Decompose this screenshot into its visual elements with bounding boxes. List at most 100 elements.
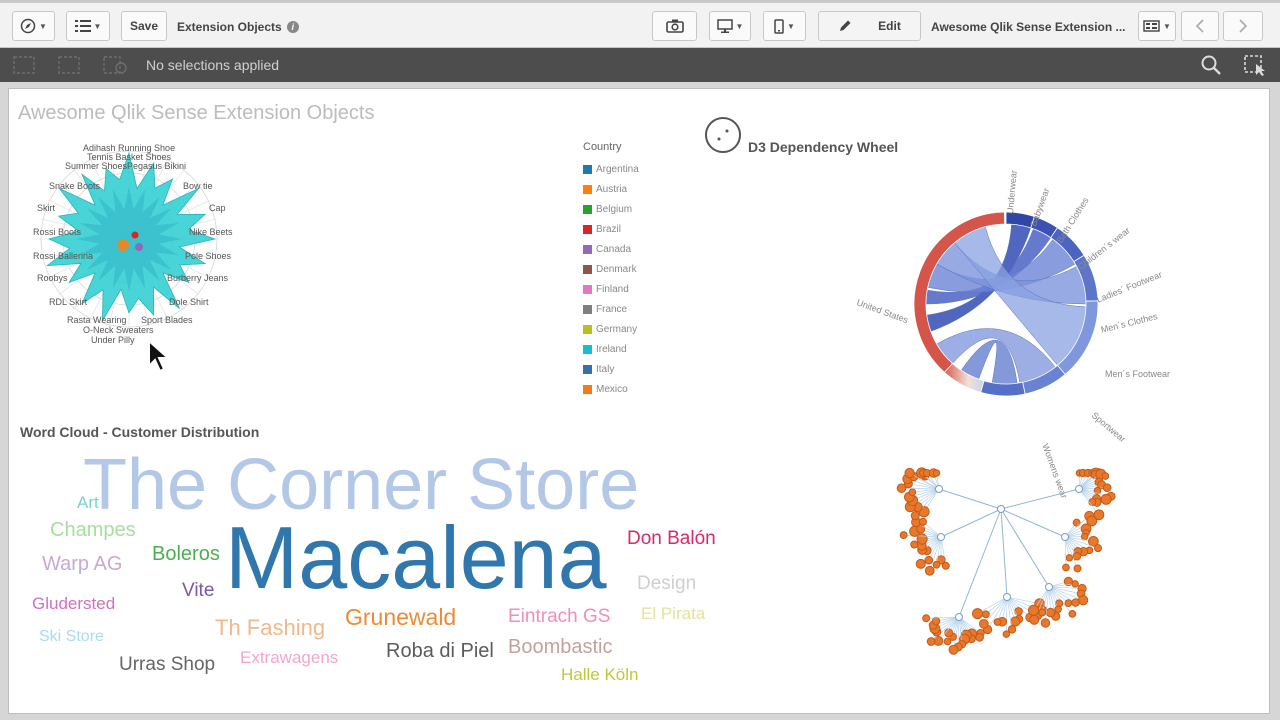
word-cloud-word[interactable]: Champes — [50, 520, 136, 540]
tree-leaf-node[interactable] — [971, 608, 983, 620]
tree-leaf-node[interactable] — [1064, 599, 1073, 607]
word-cloud-word[interactable]: Don Balón — [627, 529, 716, 548]
tree-leaf-node[interactable] — [918, 517, 927, 526]
sheet-list-button[interactable]: ▼ — [66, 11, 110, 41]
tree-leaf-node[interactable] — [932, 560, 941, 569]
tree-branch-node[interactable] — [955, 613, 963, 621]
word-cloud-word[interactable]: El Pirata — [641, 605, 705, 622]
legend-item[interactable]: Austria — [583, 179, 639, 199]
tree-leaf-node[interactable] — [1088, 498, 1097, 507]
next-sheet-button[interactable] — [1223, 11, 1263, 41]
word-cloud-word[interactable]: Eintrach GS — [508, 607, 610, 626]
tree-leaf-node[interactable] — [922, 614, 931, 623]
tree-leaf-node[interactable] — [1102, 483, 1112, 493]
tree-leaf-node[interactable] — [1040, 618, 1051, 628]
search-icon[interactable] — [1200, 54, 1222, 76]
tree-leaf-node[interactable] — [1071, 598, 1080, 607]
word-cloud-word[interactable]: Warp AG — [42, 554, 122, 574]
tree-leaf-node[interactable] — [1093, 509, 1105, 521]
tree-leaf-node[interactable] — [1038, 608, 1047, 617]
tree-leaf-node[interactable] — [1101, 472, 1110, 480]
tree-leaf-node[interactable] — [1073, 564, 1082, 573]
tree-leaf-node[interactable] — [924, 565, 935, 576]
word-cloud-word[interactable]: Vite — [182, 581, 214, 600]
tree-leaf-node[interactable] — [1054, 605, 1062, 614]
tree-leaf-node[interactable] — [908, 488, 917, 497]
tree-branch-node[interactable] — [1045, 583, 1053, 591]
tree-leaf-node[interactable] — [1007, 625, 1017, 634]
tree-leaf-node[interactable] — [910, 540, 919, 549]
legend-item[interactable]: Brazil — [583, 219, 639, 239]
legend-item[interactable]: Canada — [583, 239, 639, 259]
expand-icon[interactable] — [705, 117, 741, 153]
word-cloud-word[interactable]: Ski Store — [39, 629, 104, 645]
tree-leaf-node[interactable] — [1065, 554, 1074, 562]
collapsible-tree-chart[interactable] — [879, 467, 1129, 657]
tree-root-node[interactable] — [997, 505, 1005, 513]
tree-leaf-node[interactable] — [943, 637, 952, 646]
word-cloud-word[interactable]: Boombastic — [508, 637, 613, 657]
tree-leaf-node[interactable] — [1100, 493, 1112, 505]
tree-leaf-node[interactable] — [1068, 610, 1077, 618]
tree-leaf-node[interactable] — [915, 558, 926, 569]
present-button[interactable]: ▼ — [709, 11, 751, 41]
step-back-icon[interactable] — [13, 56, 35, 74]
save-button[interactable]: Save — [121, 11, 167, 41]
tree-leaf-node[interactable] — [932, 469, 941, 477]
tree-leaf-node[interactable] — [1072, 551, 1082, 561]
tree-branch-node[interactable] — [1003, 593, 1011, 601]
word-cloud-word[interactable]: Art — [77, 494, 99, 511]
tree-leaf-node[interactable] — [1010, 616, 1021, 627]
tree-leaf-node[interactable] — [904, 467, 915, 479]
tree-leaf-node[interactable] — [1002, 630, 1011, 638]
tree-leaf-node[interactable] — [981, 610, 990, 619]
navigation-menu-button[interactable]: ▼ — [12, 11, 55, 41]
legend-item[interactable]: France — [583, 299, 639, 319]
tree-leaf-node[interactable] — [948, 644, 959, 655]
legend-item[interactable]: Denmark — [583, 259, 639, 279]
word-cloud-word[interactable]: Extrawagens — [240, 649, 338, 666]
legend-item[interactable]: Belgium — [583, 199, 639, 219]
tree-leaf-node[interactable] — [926, 637, 936, 646]
tree-leaf-node[interactable] — [1062, 563, 1070, 572]
tree-leaf-node[interactable] — [944, 628, 954, 638]
device-button[interactable]: ▼ — [763, 11, 806, 41]
tree-leaf-node[interactable] — [1078, 595, 1089, 606]
legend-item[interactable]: Germany — [583, 319, 639, 339]
app-title[interactable]: Awesome Qlik Sense Extension ... — [931, 20, 1126, 34]
selection-tool-icon[interactable] — [1243, 54, 1267, 76]
word-cloud-word[interactable]: Halle Köln — [561, 666, 639, 683]
tree-leaf-node[interactable] — [931, 616, 941, 626]
tree-leaf-node[interactable] — [1028, 604, 1040, 616]
tree-leaf-node[interactable] — [993, 618, 1002, 626]
word-cloud-word[interactable]: Grunewald — [345, 606, 456, 629]
tree-leaf-node[interactable] — [924, 555, 934, 565]
tree-branch-node[interactable] — [935, 485, 943, 493]
tree-leaf-node[interactable] — [1080, 532, 1089, 541]
step-forward-icon[interactable] — [58, 56, 80, 74]
tree-leaf-node[interactable] — [1071, 580, 1079, 588]
edit-button[interactable]: Edit — [818, 11, 921, 41]
legend-item[interactable]: Ireland — [583, 339, 639, 359]
tree-leaf-node[interactable] — [1014, 607, 1023, 616]
legend-item[interactable]: Italy — [583, 359, 639, 379]
tree-branch-node[interactable] — [1075, 485, 1083, 493]
radar-chart[interactable]: Adihash Running Shoe Tennis Basket Shoes S… — [19, 139, 239, 359]
tree-branch-node[interactable] — [937, 533, 945, 541]
word-cloud-word[interactable]: Macalena — [225, 514, 607, 602]
info-icon[interactable]: i — [286, 21, 299, 33]
snapshot-button[interactable] — [652, 11, 697, 41]
word-cloud-word[interactable]: Th Fashing — [215, 617, 325, 639]
word-cloud-word[interactable]: Design — [637, 574, 696, 593]
word-cloud-word[interactable]: Urras Shop — [119, 655, 215, 674]
word-cloud-word[interactable]: Gludersted — [32, 595, 115, 612]
previous-sheet-button[interactable] — [1181, 11, 1219, 41]
tree-leaf-node[interactable] — [899, 531, 908, 540]
legend-item[interactable]: Argentina — [583, 159, 639, 179]
word-cloud-word[interactable]: Boleros — [152, 544, 220, 564]
tree-leaf-node[interactable] — [910, 511, 920, 521]
clear-all-icon[interactable] — [103, 56, 127, 74]
tree-leaf-node[interactable] — [1094, 544, 1103, 553]
legend-item[interactable]: Mexico — [583, 379, 639, 399]
tree-leaf-node[interactable] — [1029, 614, 1040, 625]
